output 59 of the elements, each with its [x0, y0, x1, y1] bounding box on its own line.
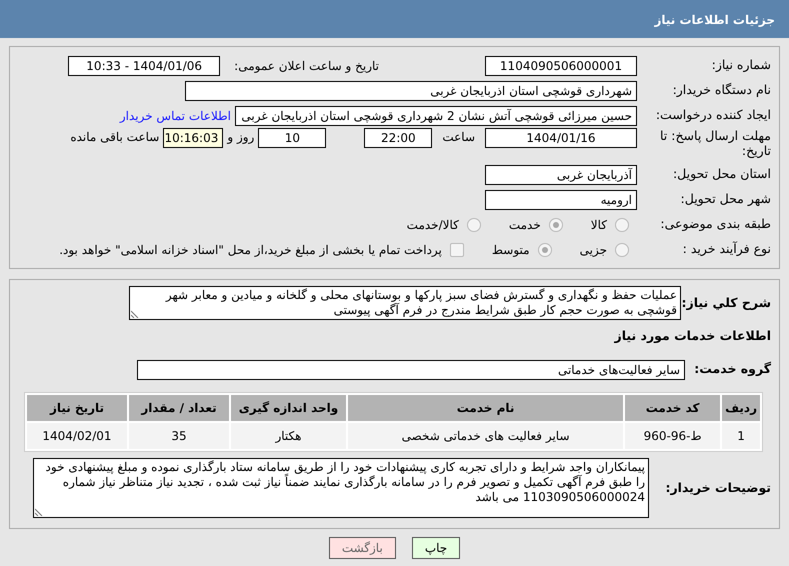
- table-cell: 1404/02/01: [27, 423, 127, 449]
- radio-button[interactable]: [615, 242, 629, 256]
- back-button[interactable]: بازگشت: [328, 537, 396, 559]
- field-label: گروه خدمت:: [695, 360, 771, 378]
- resize-grip-icon[interactable]: [131, 310, 139, 318]
- field-label: تاریخ و ساعت اعلان عمومی:: [234, 58, 379, 74]
- print-button[interactable]: چاپ: [412, 537, 460, 559]
- column-header: نام خدمت: [348, 395, 624, 421]
- table-cell: سایر فعالیت های خدماتی شخصی: [348, 423, 624, 449]
- field-label: نوع فرآیند خرید :: [682, 240, 771, 258]
- checkbox[interactable]: [450, 242, 464, 256]
- text-field[interactable]: آذربایجان غربی: [485, 164, 637, 184]
- description-box[interactable]: عملیات حفظ و نگهداری و گسترش فضای سبز پارکها و بوستانهای محلی و گلخانه و میادین و معابر شهر قوشچی به صورت حجم کار طبق شرایط مندرج در فرم آگهی پیوستی: [129, 286, 681, 320]
- contact-link[interactable]: اطلاعات تماس خریدار: [120, 106, 231, 124]
- text-field[interactable]: 10: [258, 128, 326, 148]
- text-field[interactable]: 10:16:03: [163, 128, 224, 148]
- field-label: نام دستگاه خریدار:: [672, 81, 771, 100]
- field-label: شهر محل تحویل:: [680, 190, 771, 208]
- text-field[interactable]: 1404/01/06 - 10:33: [68, 56, 220, 76]
- column-header: تاریخ نیاز: [27, 395, 127, 421]
- field-label: ساعت: [442, 129, 475, 146]
- notes-box[interactable]: پیمانکاران واجد شرایط و دارای تجربه کاری پیشنهادات خود را از طریق سامانه ستاد بارگذاری نموده و مبلغ پیشنهادی خود را طبق فرم آگهی تکمیل و تصویر فرم را در سامانه بارگذاری نمایند ضمناً نیاز ثبت شده ، تجدید نیاز متناظر نیاز شماره 1103090506000024 می باشد: [33, 458, 649, 518]
- field-label: استان محل تحویل:: [672, 165, 771, 184]
- checkbox-label: پرداخت تمام یا بخشی از مبلغ خرید،از محل "اسناد خزانه اسلامی" خواهد بود.: [59, 242, 442, 258]
- text-field[interactable]: سایر فعالیت‌های خدماتی: [137, 360, 685, 380]
- text-field[interactable]: حسین میرزائی قوشچی آتش نشان 2 شهرداری قوشچی استان اذربایجان غربی: [235, 106, 637, 126]
- table-cell: 35: [129, 423, 229, 449]
- field-label: شماره نیاز:: [710, 56, 771, 74]
- radio-button[interactable]: [538, 242, 552, 256]
- field-label: ساعت باقی مانده: [70, 129, 160, 146]
- column-header: تعداد / مقدار: [129, 395, 229, 421]
- page-header: جزئیات اطلاعات نیاز: [0, 0, 789, 38]
- option-label: کالا/خدمت: [406, 216, 459, 234]
- table-cell: ط-96-960: [625, 423, 720, 449]
- field-label: مهلت ارسال پاسخ: تا تاریخ:: [659, 128, 771, 158]
- option-label: جزیی: [580, 242, 607, 258]
- field-label: ایجاد کننده درخواست:: [654, 106, 771, 124]
- radio-button[interactable]: [466, 218, 481, 232]
- field-label: توضیحات خریدار:: [664, 478, 771, 497]
- section-title: اطلاعات خدمات مورد نیاز: [614, 327, 771, 346]
- table-cell: 1: [722, 423, 760, 449]
- column-header: واحد اندازه گیری: [231, 395, 346, 421]
- radio-button[interactable]: [615, 218, 629, 232]
- option-label: کالا: [590, 216, 607, 234]
- field-label: شرح کلي نياز:: [685, 294, 771, 312]
- text-field[interactable]: 22:00: [364, 128, 432, 148]
- resize-grip-icon[interactable]: [35, 508, 43, 516]
- text-field[interactable]: 1104090506000001: [485, 56, 637, 76]
- option-label: خدمت: [508, 216, 541, 234]
- text-field[interactable]: شهرداری قوشچی استان اذربایجان غربی: [185, 80, 637, 100]
- column-header: کد خدمت: [625, 395, 720, 421]
- table-cell: هکتار: [231, 423, 346, 449]
- radio-button[interactable]: [548, 218, 563, 232]
- field-label: طبقه بندی موضوعی:: [659, 215, 771, 234]
- field-label: روز و: [227, 129, 254, 146]
- text-field[interactable]: ارومیه: [485, 190, 637, 210]
- option-label: متوسط: [492, 242, 530, 258]
- column-header: ردیف: [722, 395, 760, 421]
- text-field[interactable]: 1404/01/16: [485, 128, 637, 148]
